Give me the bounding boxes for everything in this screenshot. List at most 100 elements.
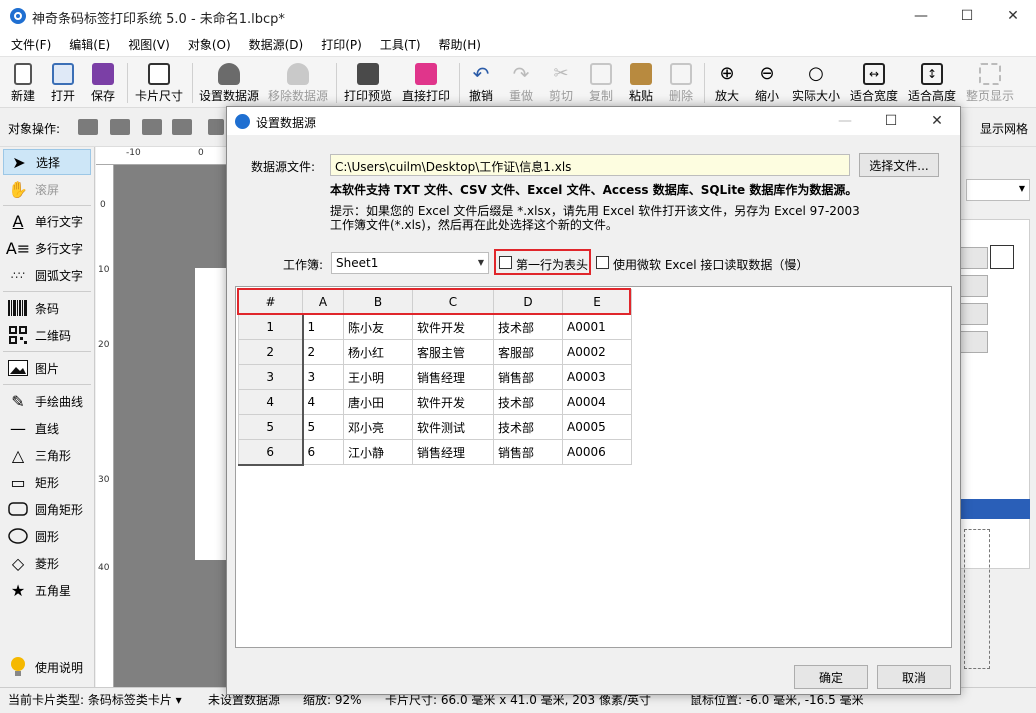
data-preview-grid[interactable]: # A B C D E 1 1 陈小友 软件开发 技术部 A0001 2 2 杨… [235,286,952,648]
fit-width-button[interactable]: ↔ 适合宽度 [847,59,901,107]
tool-barcode[interactable]: 条码 [3,295,91,321]
table-cell[interactable]: 销售部 [493,439,563,465]
table-cell[interactable]: 客服部 [493,339,563,365]
card-type-status[interactable]: 当前卡片类型: 条码标签类卡片 ▾ [8,691,182,708]
delete-button[interactable]: 删除 [662,59,700,107]
table-cell[interactable]: 技术部 [493,314,563,340]
layer-bottom-icon[interactable] [172,119,192,135]
save-button[interactable]: 保存 [84,59,122,107]
workbook-select[interactable]: Sheet1 ▼ [331,252,489,274]
copy-button[interactable]: 复制 [582,59,620,107]
tool-rounded-rectangle[interactable]: 圆角矩形 [3,496,91,522]
tool-freehand[interactable]: ✎ 手绘曲线 [3,388,91,414]
direct-print-button[interactable]: 直接打印 [398,59,454,107]
tool-qrcode[interactable]: 二维码 [3,322,91,348]
table-cell[interactable]: 软件开发 [412,314,494,340]
menu-tools[interactable]: 工具(T) [369,32,428,56]
table-cell[interactable]: A0006 [562,439,632,465]
menu-file[interactable]: 文件(F) [0,32,58,56]
table-cell[interactable]: 王小明 [343,364,413,390]
tool-arc-text[interactable]: ∴∵ 圆弧文字 [3,262,91,288]
new-button[interactable]: 新建 [4,59,42,107]
redo-button[interactable]: ↷ 重做 [502,59,540,107]
tool-circle[interactable]: 圆形 [3,523,91,549]
ok-button[interactable]: 确定 [794,665,868,689]
table-cell[interactable]: A0001 [562,314,632,340]
menu-help[interactable]: 帮助(H) [428,32,488,56]
tool-multi-line-text[interactable]: A≡ 多行文字 [3,235,91,261]
row-header[interactable]: 2 [238,339,304,365]
table-cell[interactable]: 1 [302,314,344,340]
fit-height-button[interactable]: ↕ 适合高度 [905,59,959,107]
table-cell[interactable]: 4 [302,389,344,415]
property-button[interactable] [960,247,988,269]
data-table[interactable]: # A B C D E 1 1 陈小友 软件开发 技术部 A0001 2 2 杨… [238,289,632,466]
label-paper[interactable] [195,268,228,560]
color-swatch[interactable] [990,245,1014,269]
tool-diamond[interactable]: ◇ 菱形 [3,550,91,576]
properties-dropdown[interactable]: ▼ [966,179,1030,201]
table-cell[interactable]: 陈小友 [343,314,413,340]
row-header[interactable]: 3 [238,364,304,390]
maximize-button[interactable]: ☐ [944,0,990,32]
table-cell[interactable]: 邓小亮 [343,414,413,440]
table-cell[interactable]: 3 [302,364,344,390]
table-row[interactable]: 5 5 邓小亮 软件测试 技术部 A0005 [238,414,632,440]
menu-datasource[interactable]: 数据源(D) [238,32,311,56]
table-cell[interactable]: 销售经理 [412,439,494,465]
dialog-maximize-button[interactable]: ☐ [868,107,914,135]
row-header[interactable]: 5 [238,414,304,440]
datasource-file-input[interactable]: C:\Users\cuilm\Desktop\工作证\信息1.xls [330,154,850,176]
tool-select[interactable]: ➤ 选择 [3,149,91,175]
paste-button[interactable]: 粘贴 [622,59,660,107]
tool-image[interactable]: 图片 [3,355,91,381]
menu-print[interactable]: 打印(P) [310,32,369,56]
row-header[interactable]: 6 [238,439,304,466]
tool-line[interactable]: — 直线 [3,415,91,441]
table-row[interactable]: 6 6 江小静 销售经理 销售部 A0006 [238,439,632,466]
print-preview-button[interactable]: 打印预览 [340,59,396,107]
set-datasource-button[interactable]: 设置数据源 [196,59,262,107]
tool-single-line-text[interactable]: A 单行文字 [3,208,91,234]
table-cell[interactable]: A0003 [562,364,632,390]
table-row[interactable]: 1 1 陈小友 软件开发 技术部 A0001 [238,314,632,340]
table-cell[interactable]: A0002 [562,339,632,365]
cut-button[interactable]: ✂ 剪切 [542,59,580,107]
tool-star[interactable]: ★ 五角星 [3,577,91,603]
table-cell[interactable]: 客服主管 [412,339,494,365]
menu-edit[interactable]: 编辑(E) [58,32,117,56]
table-cell[interactable]: 2 [302,339,344,365]
actual-size-button[interactable]: ○ 实际大小 [789,59,843,107]
table-row[interactable]: 2 2 杨小红 客服主管 客服部 A0002 [238,339,632,365]
first-row-header-label[interactable]: 第一行为表头 [516,256,588,273]
minimize-button[interactable]: — [898,0,944,32]
align-left-icon[interactable] [208,119,224,135]
zoom-in-button[interactable]: ⊕ 放大 [708,59,746,107]
table-cell[interactable]: 技术部 [493,414,563,440]
property-button[interactable] [960,331,988,353]
property-button[interactable] [960,303,988,325]
undo-button[interactable]: ↶ 撤销 [462,59,500,107]
table-cell[interactable]: 销售经理 [412,364,494,390]
tool-triangle[interactable]: △ 三角形 [3,442,91,468]
table-cell[interactable]: 江小静 [343,439,413,465]
table-cell[interactable]: 5 [302,414,344,440]
show-grid-toggle[interactable]: 显示网格 [980,120,1028,137]
cancel-button[interactable]: 取消 [877,665,951,689]
show-page-button[interactable]: 整页显示 [962,59,1018,107]
layer-top-icon[interactable] [78,119,98,135]
table-cell[interactable]: 6 [302,439,344,465]
close-button[interactable]: ✕ [990,0,1036,32]
dialog-minimize-button[interactable]: — [822,107,868,135]
menu-view[interactable]: 视图(V) [117,32,177,56]
table-cell[interactable]: 唐小田 [343,389,413,415]
table-cell[interactable]: 软件开发 [412,389,494,415]
table-cell[interactable]: 技术部 [493,389,563,415]
choose-file-button[interactable]: 选择文件... [859,153,939,177]
row-header[interactable]: 4 [238,389,304,415]
use-ms-excel-label[interactable]: 使用微软 Excel 接口读取数据（慢） [613,256,808,273]
tool-rectangle[interactable]: ▭ 矩形 [3,469,91,495]
table-row[interactable]: 4 4 唐小田 软件开发 技术部 A0004 [238,389,632,415]
zoom-out-button[interactable]: ⊖ 缩小 [748,59,786,107]
use-ms-excel-checkbox[interactable] [596,256,609,269]
